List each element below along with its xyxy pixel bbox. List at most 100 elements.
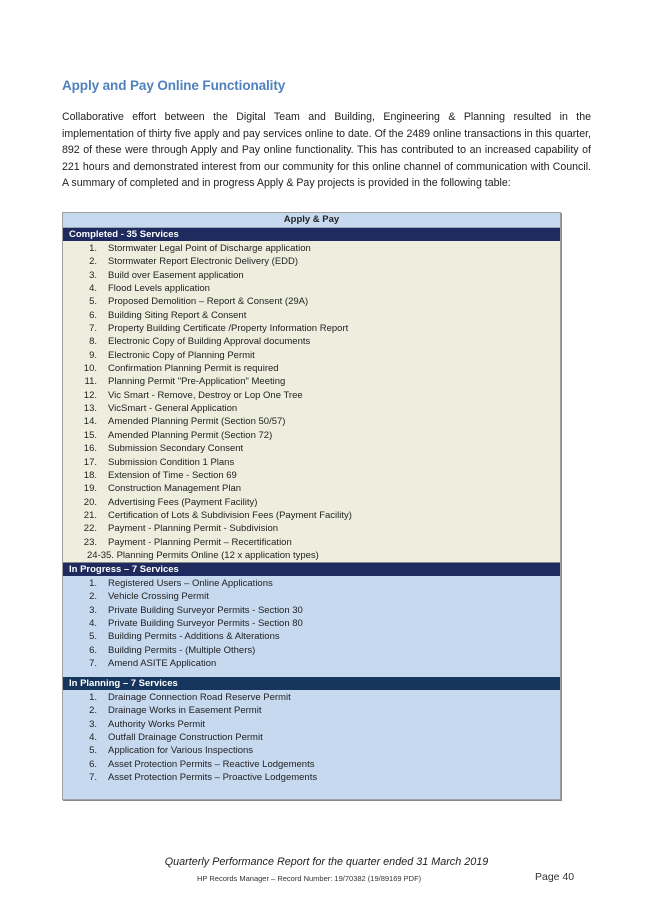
list-item-text: Amend ASITE Application <box>108 658 217 670</box>
in-progress-list: 1. Registered Users – Online Applications… <box>63 576 560 677</box>
list-item: 1. Stormwater Legal Point of Discharge ap… <box>63 242 560 255</box>
list-item-text: Confirmation Planning Permit is required <box>108 363 279 375</box>
list-item-number: 4. <box>89 618 97 630</box>
list-item: 5. Building Permits - Additions & Alterat… <box>63 630 560 643</box>
list-item-text: Submission Secondary Consent <box>108 443 244 455</box>
list-item-number: 2. <box>89 705 97 717</box>
list-item-text: Private Building Surveyor Permits - Sect… <box>108 618 303 630</box>
list-item: 6. Building Siting Report & Consent <box>63 309 560 322</box>
list-item-text: Payment - Planning Permit - Subdivision <box>108 523 279 535</box>
list-item: 3. Build over Easement application <box>63 269 560 282</box>
list-item-number: 2. <box>89 256 97 268</box>
list-item-text: Planning Permit "Pre-Application" Meetin… <box>108 376 286 388</box>
list-item-text: Private Building Surveyor Permits - Sect… <box>108 604 303 616</box>
list-item-text: Asset Protection Permits – Proactive Lod… <box>108 772 318 784</box>
in-planning-section-header: In Planning – 7 Services <box>63 677 560 690</box>
list-item: 6. Building Permits - (Multiple Others) <box>63 644 560 657</box>
list-item-text: Extension of Time - Section 69 <box>108 469 237 481</box>
list-item: 2. Drainage Works in Easement Permit <box>63 704 560 717</box>
list-item: 14. Amended Planning Permit (Section 50/5… <box>63 415 560 428</box>
list-item: 2. Stormwater Report Electronic Delivery … <box>63 255 560 268</box>
list-item-text: Certification of Lots & Subdivision Fees… <box>108 509 352 521</box>
section-heading: Apply and Pay Online Functionality <box>62 78 286 93</box>
list-item-text: Construction Management Plan <box>108 483 242 495</box>
list-item: 3. Private Building Surveyor Permits - Se… <box>63 604 560 617</box>
list-item-text: Advertising Fees (Payment Facility) <box>108 496 258 508</box>
list-item: 1. Drainage Connection Road Reserve Permi… <box>63 691 560 704</box>
list-item-number: 12. <box>83 389 97 401</box>
footer-record-number: HP Records Manager – Record Number: 19/7… <box>197 874 422 883</box>
completed-list: 1. Stormwater Legal Point of Discharge ap… <box>63 241 560 563</box>
in-planning-list: 1. Drainage Connection Road Reserve Permi… <box>63 690 560 785</box>
list-item: 1. Registered Users – Online Applications <box>63 577 560 590</box>
list-item-text: Electronic Copy of Planning Permit <box>108 349 255 361</box>
list-item: 4. Outfall Drainage Construction Permit <box>63 731 560 744</box>
list-item-number: 5. <box>89 296 97 308</box>
list-item: 10. Confirmation Planning Permit is requi… <box>63 362 560 375</box>
list-item-number: 17. <box>83 456 97 468</box>
list-item-text: Building Siting Report & Consent <box>108 309 247 321</box>
list-item: 19. Construction Management Plan <box>63 482 560 495</box>
list-item-text: 24-35. Planning Permits Online (12 x app… <box>87 549 319 561</box>
list-item-text: Building Permits - Additions & Alteratio… <box>108 631 280 643</box>
list-item-number: 1. <box>89 243 97 254</box>
list-item-text: Flood Levels application <box>108 283 210 295</box>
list-item-number: 1. <box>89 692 97 703</box>
list-item-number: 7. <box>89 658 97 670</box>
list-item-number: 3. <box>89 269 97 281</box>
list-item-number: 7. <box>89 323 97 335</box>
list-item-number: 8. <box>89 336 97 348</box>
list-item: 6. Asset Protection Permits – Reactive Lo… <box>63 758 560 771</box>
list-item: 7. Property Building Certificate /Propert… <box>63 322 560 335</box>
list-item: 15. Amended Planning Permit (Section 72) <box>63 429 560 442</box>
list-item-text: Property Building Certificate /Property … <box>108 323 349 335</box>
list-item: 13. VicSmart - General Application <box>63 402 560 415</box>
list-item: 4. Flood Levels application <box>63 282 560 295</box>
list-item-text: Vehicle Crossing Permit <box>108 591 209 603</box>
list-item-number: 20. <box>83 496 97 508</box>
list-item-text: Payment - Planning Permit – Recertificat… <box>108 536 292 548</box>
list-item-text: Vic Smart - Remove, Destroy or Lop One T… <box>108 389 303 401</box>
completed-section-header: Completed - 35 Services <box>63 228 560 241</box>
list-item-text: Asset Protection Permits – Reactive Lodg… <box>108 758 315 770</box>
list-item-text: Stormwater Legal Point of Discharge appl… <box>108 243 311 254</box>
list-item: 7. Asset Protection Permits – Proactive L… <box>63 771 560 784</box>
list-item-number: 5. <box>89 745 97 757</box>
list-item-text: Build over Easement application <box>108 269 244 281</box>
table-title: Apply & Pay <box>63 213 560 228</box>
list-item: 17. Submission Condition 1 Plans <box>63 456 560 469</box>
list-item-number: 2. <box>89 591 97 603</box>
list-item-number: 11. <box>84 376 97 388</box>
list-item-number: 3. <box>89 718 97 730</box>
list-item-text: Application for Various Inspections <box>108 745 254 757</box>
list-item-text: Stormwater Report Electronic Delivery (E… <box>108 256 299 268</box>
list-item: 20. Advertising Fees (Payment Facility) <box>63 496 560 509</box>
list-item-number: 4. <box>89 283 97 295</box>
intro-paragraph: Collaborative effort between the Digital… <box>62 111 591 189</box>
list-item-number: 23. <box>83 536 97 548</box>
list-item: 11. Planning Permit "Pre-Application" Mee… <box>63 375 560 388</box>
list-item-text: Registered Users – Online Applications <box>108 578 273 589</box>
list-item: 5. Application for Various Inspections <box>63 744 560 757</box>
list-item-text: Submission Condition 1 Plans <box>108 456 235 468</box>
list-item-number: 16. <box>83 443 97 455</box>
list-item-number: 9. <box>89 349 97 361</box>
in-progress-section-header: In Progress – 7 Services <box>63 563 560 576</box>
footer-page-number: Page 40 <box>535 871 575 883</box>
list-item: 12. Vic Smart - Remove, Destroy or Lop On… <box>63 389 560 402</box>
list-item-text: Drainage Works in Easement Permit <box>108 705 262 717</box>
list-item-number: 6. <box>89 644 97 656</box>
list-item: 4. Private Building Surveyor Permits - Se… <box>63 617 560 630</box>
list-item: 7. Amend ASITE Application <box>63 657 560 670</box>
list-item-number: 5. <box>89 631 97 643</box>
list-item-number: 1. <box>89 578 97 589</box>
list-item-text: Drainage Connection Road Reserve Permit <box>108 692 291 703</box>
list-item-number: 19. <box>83 483 97 495</box>
list-item-number: 18. <box>83 469 97 481</box>
apply-pay-table: Apply & Pay Completed - 35 Services 1. St… <box>62 212 561 800</box>
list-item: 18. Extension of Time - Section 69 <box>63 469 560 482</box>
list-item: 8. Electronic Copy of Building Approval d… <box>63 335 560 348</box>
list-item-number: 14. <box>83 416 97 428</box>
footer-report-title: Quarterly Performance Report for the qua… <box>164 856 489 868</box>
list-item: 9. Electronic Copy of Planning Permit <box>63 349 560 362</box>
